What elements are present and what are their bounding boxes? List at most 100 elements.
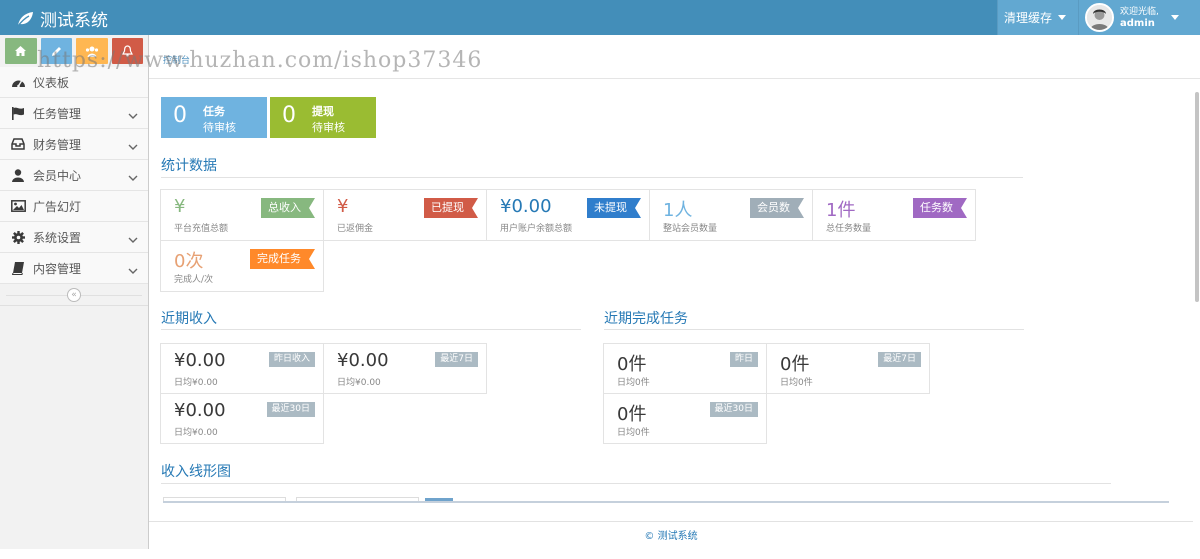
task-value: 0件 — [617, 404, 647, 425]
home-shortcut-button[interactable] — [5, 38, 37, 64]
footer: © 测试系统 — [149, 521, 1193, 549]
income-title: 近期收入 — [161, 311, 217, 327]
chart-tab-underline — [163, 501, 1169, 503]
chevron-down-icon — [128, 264, 138, 278]
user-menu[interactable]: 欢迎光临, admin — [1078, 0, 1200, 35]
income-tag: 最近30日 — [266, 402, 315, 417]
sidebar-item-5[interactable]: 系统设置 — [0, 222, 148, 253]
sidebar-item-0[interactable]: 仪表板 — [0, 67, 148, 98]
leaf-icon — [16, 11, 34, 27]
sidebar-item-1[interactable]: 任务管理 — [0, 98, 148, 129]
income-value: ¥0.00 — [174, 400, 226, 421]
stat-cell-recharge: ¥ 平台充值总额 总收入 — [160, 189, 324, 241]
pending-withdraw-box[interactable]: 0 提现 待审核 — [270, 97, 376, 138]
stat-label: 平台充值总额 — [174, 224, 229, 234]
username: admin — [1120, 17, 1155, 29]
sidebar-item-2[interactable]: 财务管理 — [0, 129, 148, 160]
stat-label: 已返佣金 — [337, 224, 374, 234]
income-average: 日均¥0.00 — [337, 378, 381, 388]
picture-icon — [9, 200, 27, 212]
sidebar-item-label: 广告幻灯 — [33, 199, 82, 214]
income-average: 日均¥0.00 — [174, 378, 218, 388]
task-average: 日均0件 — [617, 428, 650, 438]
sidebar-item-4[interactable]: 广告幻灯 — [0, 191, 148, 222]
pending-task-box[interactable]: 0 任务 待审核 — [161, 97, 267, 138]
inbox-icon — [9, 138, 27, 150]
users-icon — [85, 46, 98, 57]
edit-shortcut-button[interactable] — [40, 38, 72, 64]
stat-cell-commission: ¥ 已返佣金 已提现 — [323, 189, 487, 241]
income-cell: ¥0.00 日均¥0.00 最近7日 — [323, 343, 487, 394]
stat-label: 总任务数量 — [826, 224, 872, 234]
divider — [161, 177, 1023, 178]
stat-tag: 完成任务 — [250, 249, 315, 269]
task-cell: 0件 日均0件 最近7日 — [766, 343, 930, 394]
chevron-down-icon — [128, 233, 138, 247]
stat-value: ¥ — [337, 196, 349, 217]
chevron-down-icon — [128, 109, 138, 123]
stat-tag: 总收入 — [261, 198, 315, 218]
sidebar-item-label: 会员中心 — [33, 168, 82, 183]
users-shortcut-button[interactable] — [76, 38, 108, 64]
pencil-icon — [51, 46, 61, 56]
sidebar-item-label: 内容管理 — [33, 261, 82, 276]
pending-withdraw-count: 0 — [282, 103, 296, 128]
tasks-title: 近期完成任务 — [604, 311, 688, 327]
double-chevron-left-icon[interactable]: « — [67, 287, 81, 302]
income-cell: ¥0.00 日均¥0.00 昨日收入 — [160, 343, 324, 394]
stat-tag: 任务数 — [913, 198, 967, 218]
income-average: 日均¥0.00 — [174, 428, 218, 438]
sidebar-item-label: 仪表板 — [33, 75, 70, 90]
stat-tag: 未提现 — [587, 198, 641, 218]
chart-section-title: 收入线形图 — [161, 464, 231, 480]
bell-shortcut-button[interactable] — [111, 38, 143, 64]
stat-tag: 已提现 — [424, 198, 478, 218]
stat-value: 1件 — [826, 200, 856, 221]
task-value: 0件 — [617, 354, 647, 375]
stat-cell-tasks: 1件 总任务数量 任务数 — [812, 189, 976, 241]
scrollbar-thumb[interactable] — [1195, 92, 1199, 302]
avatar — [1085, 3, 1114, 32]
stat-label: 完成人/次 — [174, 275, 214, 285]
sidebar-item-label: 系统设置 — [33, 230, 82, 245]
user-icon — [9, 168, 27, 182]
stat-value: 0次 — [174, 251, 204, 272]
welcome-label: 欢迎光临, — [1120, 6, 1159, 17]
stat-cell-members: 1人 整站会员数量 会员数 — [649, 189, 813, 241]
stat-value: ¥ — [174, 196, 186, 217]
income-value: ¥0.00 — [174, 350, 226, 371]
brand[interactable]: 测试系统 — [16, 6, 108, 31]
top-navbar: 测试系统 清理缓存 欢迎光临, admin — [0, 0, 1200, 35]
stat-label: 用户账户余额总额 — [500, 224, 573, 234]
sidebar-item-3[interactable]: 会员中心 — [0, 160, 148, 191]
sidebar: 仪表板任务管理 财务管理会员中心广告幻灯系统设置内容管理 « — [0, 35, 149, 549]
scrollbar[interactable] — [1193, 79, 1200, 559]
stat-value: ¥0.00 — [500, 196, 552, 217]
sidebar-item-6[interactable]: 内容管理 — [0, 253, 148, 284]
pending-withdraw-title: 提现 — [312, 105, 334, 118]
stat-tag: 会员数 — [750, 198, 804, 218]
stats-grid: ¥ 平台充值总额 总收入 ¥ 已返佣金 已提现 ¥0.00 用户账户余额总额 未… — [160, 189, 978, 292]
chart-tabs — [163, 497, 1169, 503]
clear-cache-button[interactable]: 清理缓存 — [996, 0, 1078, 35]
stat-cell-balance: ¥0.00 用户账户余额总额 未提现 — [486, 189, 650, 241]
pending-task-subtitle: 待审核 — [203, 121, 236, 134]
flag-icon — [9, 106, 27, 120]
breadcrumb-bar — [149, 35, 1200, 79]
stat-cell-completed: 0次 完成人/次 完成任务 — [160, 240, 324, 292]
income-tag: 昨日收入 — [268, 352, 315, 367]
task-tag: 最近7日 — [878, 352, 921, 367]
chevron-down-icon — [128, 140, 138, 154]
task-cell: 0件 日均0件 昨日 — [603, 343, 767, 394]
breadcrumb[interactable]: 控制台 — [163, 53, 190, 66]
sidebar-collapse-bar: « — [0, 284, 148, 306]
stat-label: 整站会员数量 — [663, 224, 718, 234]
divider — [161, 329, 581, 330]
task-average: 日均0件 — [617, 378, 650, 388]
bell-icon — [121, 45, 133, 57]
caret-down-icon — [1170, 15, 1179, 20]
income-tag: 最近7日 — [435, 352, 478, 367]
book-icon — [9, 261, 27, 275]
caret-down-icon — [1058, 15, 1066, 20]
pending-withdraw-subtitle: 待审核 — [312, 121, 345, 134]
